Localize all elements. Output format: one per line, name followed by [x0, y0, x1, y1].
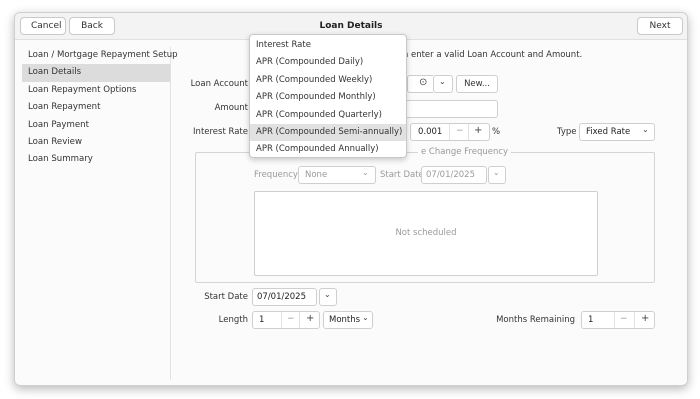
- percent-sign: %: [492, 127, 501, 137]
- length-unit-select[interactable]: Months ⌄: [323, 311, 373, 329]
- frequency-value: None: [305, 170, 328, 180]
- start-date-value: 07/01/2025: [257, 292, 306, 302]
- loan-account-label: Loan Account: [190, 79, 248, 89]
- length-stepper[interactable]: 1 − +: [252, 311, 320, 329]
- stepper-divider: [449, 124, 450, 140]
- frequency-date-picker-button[interactable]: ⌄: [488, 166, 506, 184]
- rate-change-frequency-group: e Change Frequency Frequency None ⌄ Star…: [195, 147, 655, 283]
- dropdown-item-apr-semi-annually[interactable]: APR (Compounded Semi-annually): [250, 123, 406, 142]
- stepper-divider: [468, 124, 469, 140]
- instruction-text: m enter a valid Loan Account and Amount.: [400, 50, 583, 60]
- dropdown-item-apr-weekly[interactable]: APR (Compounded Weekly): [250, 72, 406, 89]
- sidebar-item-payment[interactable]: Loan Payment: [22, 117, 170, 134]
- interest-rate-value: 0.001: [418, 127, 443, 137]
- length-unit-value: Months: [329, 315, 361, 325]
- sidebar-item-summary[interactable]: Loan Summary: [22, 151, 170, 168]
- dropdown-item-apr-annually[interactable]: APR (Compounded Annually): [250, 141, 406, 158]
- sidebar-item-repayment[interactable]: Loan Repayment: [22, 99, 170, 116]
- stepper-divider: [634, 312, 635, 328]
- frequency-start-date-label: Start Date: [380, 170, 424, 180]
- minus-icon[interactable]: −: [456, 126, 464, 136]
- chevron-down-icon: ⌄: [642, 125, 649, 134]
- schedule-list: Not scheduled: [254, 191, 598, 276]
- length-value: 1: [259, 315, 265, 325]
- frequency-start-date-input[interactable]: 07/01/2025: [421, 166, 487, 184]
- plus-icon[interactable]: +: [306, 313, 314, 324]
- dropdown-item-apr-daily[interactable]: APR (Compounded Daily): [250, 54, 406, 71]
- months-remaining-stepper[interactable]: 1 − +: [581, 311, 655, 329]
- new-loan-account-button[interactable]: New...: [456, 75, 498, 93]
- start-date-label: Start Date: [204, 292, 248, 302]
- sidebar-nav: Loan / Mortgage Repayment Setup Loan Det…: [22, 47, 178, 380]
- minus-icon[interactable]: −: [287, 314, 295, 324]
- type-value: Fixed Rate: [586, 127, 631, 137]
- start-date-picker-button[interactable]: ⌄: [319, 288, 337, 306]
- months-remaining-value: 1: [588, 315, 594, 325]
- rate-change-frequency-legend: e Change Frequency: [418, 147, 512, 157]
- sidebar-item-repayment-options[interactable]: Loan Repayment Options: [22, 82, 170, 99]
- frequency-label: Frequency: [254, 170, 298, 180]
- chevron-down-icon: ⌄: [362, 313, 369, 322]
- plus-icon[interactable]: +: [641, 313, 649, 324]
- dropdown-item-apr-monthly[interactable]: APR (Compounded Monthly): [250, 89, 406, 106]
- schedule-empty-text: Not scheduled: [395, 228, 457, 238]
- length-label: Length: [218, 315, 248, 325]
- start-date-input[interactable]: 07/01/2025: [252, 288, 317, 306]
- stepper-divider: [281, 312, 282, 328]
- loan-account-select[interactable]: ⊙: [407, 75, 433, 93]
- frequency-select[interactable]: None ⌄: [298, 166, 376, 184]
- frequency-start-date-value: 07/01/2025: [426, 170, 475, 180]
- dropdown-item-apr-quarterly[interactable]: APR (Compounded Quarterly): [250, 107, 406, 124]
- months-remaining-label: Months Remaining: [496, 315, 575, 325]
- amount-label: Amount: [214, 103, 248, 113]
- type-label: Type: [557, 127, 577, 137]
- loan-account-dropdown-button[interactable]: ⌄: [433, 75, 453, 93]
- chevron-down-icon: ⌄: [439, 77, 446, 86]
- chevron-down-icon: ⌄: [324, 290, 331, 299]
- interest-rate-type-dropdown: Interest Rate APR (Compounded Daily) APR…: [249, 34, 407, 158]
- chevron-down-icon: ⌄: [362, 168, 369, 177]
- dropdown-item-interest-rate[interactable]: Interest Rate: [250, 37, 406, 54]
- chevron-down-icon: ⌄: [493, 168, 500, 177]
- next-button[interactable]: Next: [637, 17, 683, 35]
- type-select[interactable]: Fixed Rate ⌄: [579, 123, 655, 141]
- sidebar-item-setup[interactable]: Loan / Mortgage Repayment Setup: [22, 47, 178, 64]
- stepper-divider: [299, 312, 300, 328]
- interest-rate-label: Interest Rate: [193, 127, 248, 137]
- stepper-divider: [614, 312, 615, 328]
- clear-icon[interactable]: ⊙: [419, 77, 427, 88]
- sidebar-item-loan-details[interactable]: Loan Details: [22, 64, 170, 82]
- interest-rate-stepper[interactable]: 0.001 − +: [410, 123, 490, 141]
- minus-icon[interactable]: −: [620, 314, 628, 324]
- amount-input[interactable]: [407, 100, 498, 118]
- plus-icon[interactable]: +: [474, 125, 482, 136]
- sidebar-item-review[interactable]: Loan Review: [22, 134, 170, 151]
